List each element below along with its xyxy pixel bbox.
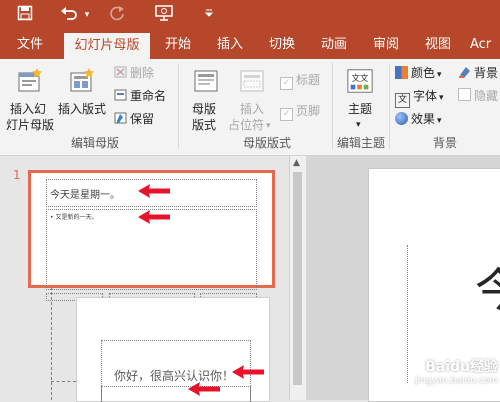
watermark: Baidu经验 jingyan.baidu.com — [380, 356, 498, 386]
insert-slide-master-button[interactable]: 插入幻 灯片母版 — [6, 63, 54, 132]
tab-view[interactable]: 视图 — [418, 31, 458, 59]
rename-icon — [114, 89, 127, 101]
tab-acrobat[interactable]: Acr — [470, 31, 500, 59]
preserve-icon — [114, 112, 127, 124]
slide-body-text: • 又是新的一天。 — [50, 214, 98, 221]
thumbnail-connector — [51, 381, 76, 383]
insert-placeholder-icon — [240, 70, 264, 92]
group-divider — [178, 63, 179, 149]
rename-button[interactable]: 重命名 — [114, 88, 166, 104]
theme-icon: 文文 — [347, 69, 373, 93]
edit-theme-group-label: 编辑主题 — [336, 136, 385, 150]
red-arrow-icon — [138, 184, 170, 198]
insert-placeholder-label-1: 插入 — [240, 102, 265, 116]
theme-button[interactable]: 文文 主题 ▾ — [338, 63, 384, 131]
tab-slide-master[interactable]: 幻灯片母版 — [64, 33, 150, 59]
title-checkbox[interactable]: ✓ 标题 — [280, 72, 320, 90]
tab-file[interactable]: 文件 — [8, 31, 52, 59]
thumbnail-connector — [51, 287, 53, 400]
master-layout-icon — [194, 70, 218, 92]
fonts-button[interactable]: 文字体 ▾ — [395, 88, 444, 108]
watermark-line-1: Baidu经验 — [425, 359, 498, 375]
tab-home[interactable]: 开始 — [158, 31, 198, 59]
background-styles-icon — [459, 67, 470, 78]
chevron-down-icon: ▾ — [437, 116, 442, 126]
chevron-down-icon: ▾ — [439, 93, 444, 103]
fonts-icon: 文 — [395, 93, 410, 108]
colors-icon — [395, 66, 408, 79]
chevron-down-icon: ▾ — [266, 121, 271, 131]
ribbon-tabs: 文件 幻灯片母版 开始 插入 切换 动画 审阅 视图 Acr — [0, 31, 500, 59]
effects-label: 效果 — [411, 112, 436, 126]
tab-animations[interactable]: 动画 — [314, 31, 354, 59]
insert-layout-label: 插入版式 — [58, 102, 107, 116]
watermark-line-2: jingyan.baidu.com — [414, 376, 498, 386]
tab-transitions[interactable]: 切换 — [262, 31, 302, 59]
tab-review[interactable]: 审阅 — [366, 31, 406, 59]
group-divider — [389, 63, 390, 149]
title-checkbox-label: 标题 — [296, 73, 321, 87]
red-arrow-icon — [138, 210, 170, 224]
master-layout-group-label: 母版版式 — [242, 136, 291, 150]
thumbnail-scrollbar[interactable]: ▲ — [289, 156, 306, 400]
scroll-up-arrow-icon[interactable]: ▲ — [293, 158, 300, 168]
colors-label: 颜色 — [411, 66, 436, 80]
tab-insert[interactable]: 插入 — [210, 31, 250, 59]
effects-button[interactable]: 效果 ▾ — [395, 111, 442, 129]
title-checkbox-box: ✓ — [280, 77, 293, 90]
footer-checkbox-label: 页脚 — [296, 104, 321, 118]
master-layout-label-1: 母版 — [192, 102, 217, 116]
rename-label: 重命名 — [130, 89, 167, 103]
layout-thumbnail[interactable]: 你好，很高兴认识你！ — [76, 297, 270, 402]
delete-icon — [114, 66, 127, 78]
redo-icon[interactable] — [106, 5, 128, 26]
layout-subtitle-placeholder — [101, 386, 251, 401]
colors-button[interactable]: 颜色 ▾ — [395, 65, 442, 83]
slide-title-text: 今天是星期一。 — [50, 190, 120, 201]
insert-slide-master-label-1: 插入幻 — [10, 102, 47, 116]
delete-button[interactable]: 删除 — [114, 65, 154, 81]
footer-checkbox-box: ✓ — [280, 108, 293, 121]
red-arrow-icon — [232, 365, 264, 379]
delete-label: 删除 — [130, 66, 155, 80]
insert-layout-button[interactable]: 插入版式 — [56, 63, 110, 117]
fonts-label: 字体 — [413, 89, 438, 103]
effects-icon — [395, 112, 408, 125]
undo-icon[interactable] — [58, 5, 80, 26]
preserve-button[interactable]: 保留 — [114, 111, 154, 127]
present-from-start-icon[interactable] — [153, 5, 175, 26]
ribbon: 插入幻 灯片母版 插入版式 删除 重命名 保留 编辑母版 母版 版式 插入 占位… — [0, 59, 500, 156]
main-slide-title-text: 今 — [475, 263, 500, 317]
insert-placeholder-button[interactable]: 插入 占位符 ▾ — [228, 63, 276, 132]
quick-access-toolbar: ▾ — [0, 0, 500, 31]
background-styles-label: 背景 — [474, 66, 499, 80]
theme-label: 主题 — [348, 102, 373, 116]
master-layout-label-2: 版式 — [192, 118, 217, 132]
insert-layout-icon — [70, 68, 94, 92]
red-arrow-icon — [188, 382, 220, 396]
scrollbar-thumb[interactable] — [293, 172, 302, 385]
slide-number: 1 — [13, 168, 21, 182]
customize-toolbar-icon[interactable] — [202, 5, 216, 25]
insert-slide-master-label-2: 灯片母版 — [6, 118, 55, 132]
svg-text:文: 文 — [360, 73, 369, 83]
footer-checkbox[interactable]: ✓ 页脚 — [280, 103, 320, 121]
chevron-down-icon: ▾ — [437, 70, 442, 80]
master-layout-button[interactable]: 母版 版式 — [184, 63, 228, 132]
background-styles-button[interactable]: 背景 — [458, 65, 498, 81]
background-group-label: 背景 — [432, 136, 457, 150]
insert-placeholder-label-2: 占位符 — [228, 118, 265, 132]
undo-dropdown-icon[interactable]: ▾ — [82, 5, 92, 25]
edit-master-group-label: 编辑母版 — [70, 136, 119, 150]
insert-slide-master-icon — [18, 68, 42, 92]
save-icon[interactable] — [14, 5, 36, 26]
hide-background-label: 隐藏 — [474, 89, 499, 103]
chevron-down-icon: ▾ — [356, 120, 361, 130]
hide-background-checkbox-box — [458, 88, 471, 101]
preserve-label: 保留 — [130, 112, 155, 126]
hide-background-checkbox[interactable]: 隐藏 — [458, 88, 498, 104]
